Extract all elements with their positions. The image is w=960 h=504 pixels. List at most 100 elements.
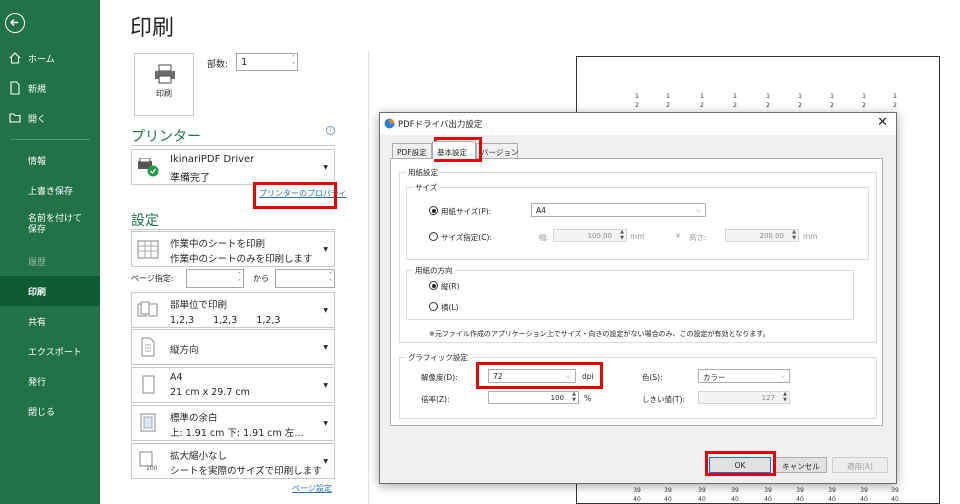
paper-size-radio[interactable] (429, 206, 438, 215)
svg-text:100: 100 (146, 465, 158, 471)
custom-size-radio[interactable] (429, 232, 438, 241)
paper-size-select[interactable]: A4 ⌵ (531, 203, 706, 217)
height-unit: mm (803, 232, 818, 241)
highlight-box (476, 362, 603, 389)
close-icon[interactable]: ✕ (877, 115, 888, 130)
stepper-arrows-icon[interactable]: ▲ ▼ (572, 391, 576, 403)
print-button[interactable]: 印刷 (134, 53, 194, 116)
orientation-dropdown[interactable]: 縦方向 ▼ (131, 329, 335, 365)
collate-icon (137, 301, 158, 317)
app-logo-icon (384, 118, 395, 129)
printer-status: 準備完了 (170, 173, 210, 184)
margins-dropdown[interactable]: 標準の余白 上: 1.91 cm 下: 1.91 cm 左… ▼ (131, 405, 335, 441)
landscape-label: 横(L) (441, 303, 459, 312)
chevron-down-icon: ⌵ (780, 372, 785, 380)
width-label: 幅: (539, 233, 550, 242)
chevron-down-icon: ▼ (323, 420, 328, 427)
times-sign: × (675, 231, 682, 240)
sidebar-item-export[interactable]: エクスポート (0, 336, 100, 366)
paper-size-dropdown[interactable]: A4 21 cm x 29.7 cm ▼ (131, 367, 335, 403)
info-icon[interactable]: i (326, 126, 335, 135)
back-arrow-icon[interactable] (5, 13, 25, 33)
width-unit: mm (630, 232, 645, 241)
printer-heading: プリンター (131, 129, 201, 145)
folder-open-icon (9, 113, 21, 123)
sidebar-item-save-as[interactable]: 名前を付けて保存 (0, 210, 100, 238)
sidebar-item-open[interactable]: 開く (0, 103, 100, 133)
copies-value: 1 (241, 57, 248, 68)
sidebar-item-history: 履歴 (0, 246, 100, 276)
height-label: 高さ: (689, 233, 707, 242)
scaling-sub: シートを実際のサイズで印刷します (170, 466, 322, 477)
printer-ready-icon (138, 158, 159, 177)
scale-input[interactable]: 100 ▲ ▼ (488, 391, 579, 404)
paper-size-sub: 21 cm x 29.7 cm (170, 387, 250, 398)
backstage-sidebar: ホーム 新規 開く 情報 上書き保存 名前を付けて保存 履歴 印刷 共有 エクス… (0, 0, 100, 504)
stepper-arrows-icon[interactable]: ˄ ˅ (238, 272, 241, 286)
width-input[interactable]: 100.00 ▲ ▼ (553, 229, 627, 242)
page-setup-link[interactable]: ページ設定 (292, 483, 332, 494)
sidebar-item-label: 上書き保存 (28, 186, 74, 197)
paper-settings-group-label: 用紙設定 (406, 167, 440, 178)
scaling-icon: 100 (139, 451, 158, 471)
settings-heading: 設定 (131, 213, 159, 229)
printer-dropdown[interactable]: IkinariPDF Driver 準備完了 ▼ (131, 149, 335, 185)
chevron-down-icon: ▼ (323, 246, 328, 253)
stepper-arrows-icon[interactable]: ▲ ▼ (783, 391, 787, 403)
basic-settings-panel: 用紙設定 サイズ 用紙サイズ(P): A4 ⌵ サイズ指定(C): 幅: 100… (390, 158, 883, 426)
stepper-arrows-icon[interactable]: ˄ ˅ (292, 55, 295, 69)
margins-icon (140, 413, 156, 432)
sidebar-item-print[interactable]: 印刷 (0, 276, 100, 306)
sidebar-item-new[interactable]: 新規 (0, 73, 100, 103)
sidebar-item-label: ホーム (28, 54, 55, 65)
collate-dropdown[interactable]: 部単位で印刷 1,2,3 1,2,3 1,2,3 ▼ (131, 292, 335, 328)
height-input[interactable]: 200.00 ▲ ▼ (725, 229, 799, 242)
portrait-radio[interactable] (429, 281, 438, 290)
graphic-settings-group-label: グラフィック設定 (406, 352, 470, 363)
sidebar-divider (10, 139, 90, 140)
chevron-down-icon: ▼ (323, 307, 328, 314)
print-scope-sub: 作業中のシートのみを印刷します (170, 254, 313, 265)
dialog-titlebar: PDFドライバ出力設定 ✕ (380, 113, 896, 135)
stepper-arrows-icon[interactable]: ▲ ▼ (620, 229, 624, 241)
stepper-arrows-icon[interactable]: ▲ ▼ (792, 229, 796, 241)
sidebar-item-publish[interactable]: 発行 (0, 366, 100, 396)
copies-stepper[interactable]: 1 ˄ ˅ (236, 53, 298, 71)
scaling-dropdown[interactable]: 100 拡大縮小なし シートを実際のサイズで印刷します ▼ (131, 443, 335, 479)
sidebar-item-label: 共有 (28, 317, 47, 328)
page-title: 印刷 (130, 16, 175, 41)
threshold-input[interactable]: 127 ▲ ▼ (698, 391, 790, 404)
sidebar-item-home[interactable]: ホーム (0, 43, 100, 73)
pages-to-input[interactable]: ˄ ˅ (275, 269, 335, 288)
tab-basic-settings[interactable]: 基本設定 (432, 141, 476, 159)
sidebar-item-save[interactable]: 上書き保存 (0, 175, 100, 205)
sidebar-item-close[interactable]: 閉じる (0, 396, 100, 426)
paper-size-label: 用紙サイズ(P): (441, 207, 492, 216)
sidebar-item-label: 名前を付けて保存 (28, 214, 83, 235)
portrait-page-icon (141, 337, 155, 357)
print-scope-dropdown[interactable]: 作業中のシートを印刷 作業中のシートのみを印刷します ▼ (131, 231, 335, 267)
printer-icon (155, 64, 175, 84)
section-divider (131, 145, 335, 146)
pages-label: ページ指定: (131, 274, 174, 283)
sidebar-item-label: 新規 (28, 84, 47, 95)
sidebar-item-label: 開く (28, 114, 47, 125)
sidebar-item-share[interactable]: 共有 (0, 306, 100, 336)
chevron-down-icon: ▼ (323, 382, 328, 389)
color-select[interactable]: カラー ⌵ (698, 369, 790, 383)
apply-button[interactable]: 適用(A) (832, 457, 888, 473)
landscape-radio[interactable] (429, 302, 438, 311)
sidebar-item-info[interactable]: 情報 (0, 145, 100, 175)
cancel-button[interactable]: キャンセル (775, 457, 827, 473)
portrait-label: 縦(R) (441, 282, 460, 291)
print-scope-main: 作業中のシートを印刷 (170, 239, 266, 250)
margins-main: 標準の余白 (170, 413, 218, 424)
scaling-main: 拡大縮小なし (170, 451, 228, 462)
stepper-arrows-icon[interactable]: ˄ ˅ (329, 272, 332, 286)
color-label: 色(S): (642, 373, 663, 382)
tab-pdf-settings[interactable]: PDF設定 (392, 143, 432, 158)
tab-version[interactable]: バージョン (476, 143, 518, 158)
paper-size-value: A4 (536, 206, 546, 215)
collate-main: 部単位で印刷 (170, 300, 228, 311)
pages-from-input[interactable]: ˄ ˅ (186, 269, 244, 288)
